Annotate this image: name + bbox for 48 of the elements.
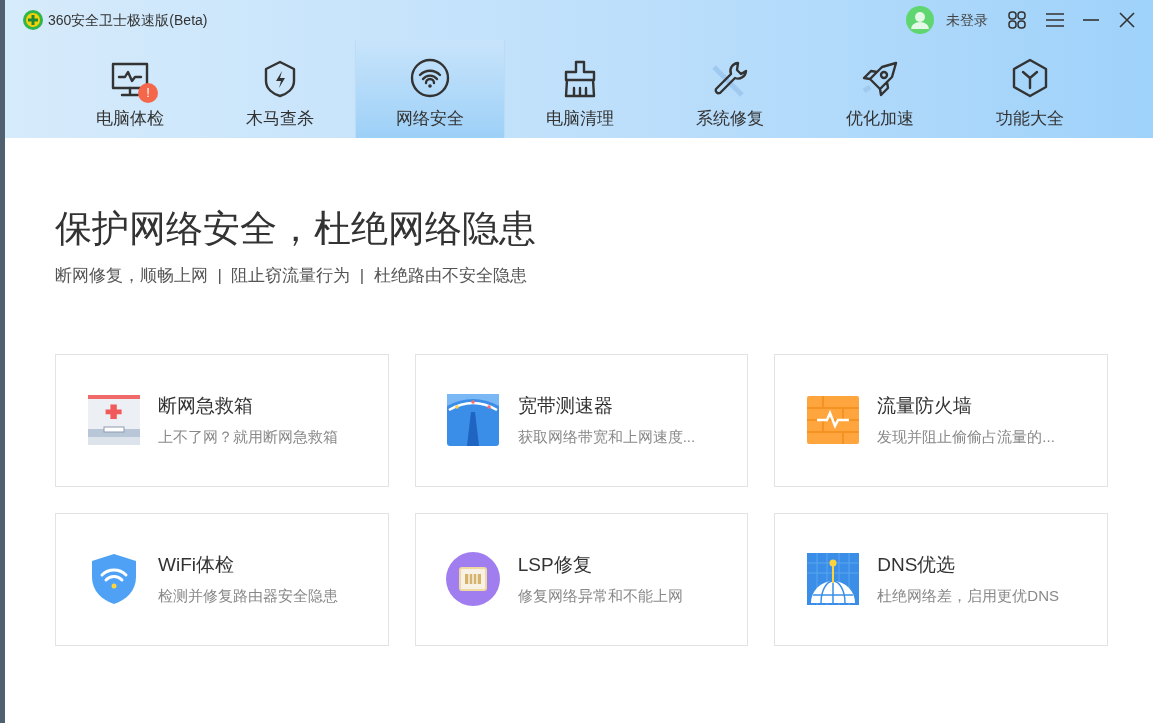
wrench-icon bbox=[710, 59, 750, 99]
tool-card[interactable]: 宽带测速器 获取网络带宽和上网速度... bbox=[414, 353, 749, 487]
globe-antenna-icon bbox=[806, 553, 859, 605]
tool-card[interactable]: DNS优选 杜绝网络差，启用更优DNS bbox=[774, 512, 1108, 646]
page-subtitle: 断网修复，顺畅上网 | 阻止窃流量行为 | 杜绝路由不安全隐患 bbox=[55, 265, 528, 287]
tool-name: LSP修复 bbox=[517, 552, 593, 577]
tool-name: 流量防火墙 bbox=[877, 393, 974, 418]
nav-tab[interactable]: 系统修复 bbox=[655, 40, 805, 138]
shield-bolt-icon bbox=[262, 59, 298, 99]
window-title: 360安全卫士极速版(Beta) bbox=[48, 10, 208, 30]
tool-description: 修复网络异常和不能上网 bbox=[517, 586, 683, 606]
avatar-icon bbox=[906, 6, 934, 34]
nav-tab[interactable]: 木马查杀 bbox=[205, 40, 355, 138]
monitor-icon bbox=[110, 61, 150, 99]
menu-icon[interactable] bbox=[1046, 12, 1064, 28]
speedometer-icon bbox=[447, 394, 500, 446]
plus-logo-icon bbox=[23, 10, 43, 30]
tool-name: 断网急救箱 bbox=[158, 393, 254, 418]
broom-icon bbox=[562, 59, 598, 99]
nav-tab[interactable]: ! 电脑体检 bbox=[55, 40, 205, 138]
tool-description: 获取网络带宽和上网速度... bbox=[517, 427, 696, 447]
cube-icon bbox=[1010, 57, 1050, 99]
firewall-icon bbox=[806, 396, 859, 444]
nav-tab[interactable]: 功能大全 bbox=[955, 40, 1105, 138]
tool-card[interactable]: WiFi体检 检测并修复路由器安全隐患 bbox=[55, 512, 389, 646]
rocket-icon bbox=[860, 59, 900, 99]
tool-card[interactable]: 断网急救箱 上不了网？就用断网急救箱 bbox=[55, 353, 389, 487]
tool-name: DNS优选 bbox=[877, 552, 957, 577]
tool-name: 宽带测速器 bbox=[517, 393, 614, 418]
tool-card[interactable]: LSP修复 修复网络异常和不能上网 bbox=[414, 512, 749, 646]
tool-description: 上不了网？就用断网急救箱 bbox=[158, 427, 338, 447]
tool-card[interactable]: 流量防火墙 发现并阻止偷偷占流量的... bbox=[774, 353, 1108, 487]
alert-badge: ! bbox=[138, 83, 158, 103]
tool-name: WiFi体检 bbox=[158, 552, 235, 577]
grid-icon[interactable] bbox=[1008, 11, 1026, 29]
wifi-shield-icon bbox=[89, 553, 138, 605]
tool-description: 检测并修复路由器安全隐患 bbox=[158, 586, 338, 606]
nav-tab[interactable]: 电脑清理 bbox=[505, 40, 655, 138]
network-port-icon bbox=[446, 552, 501, 606]
nav-tab[interactable]: 优化加速 bbox=[805, 40, 955, 138]
wifi-icon bbox=[409, 57, 451, 99]
close-icon[interactable] bbox=[1119, 12, 1135, 28]
login-status[interactable]: 未登录 bbox=[946, 9, 988, 31]
first-aid-kit-icon bbox=[87, 395, 140, 445]
tool-description: 发现并阻止偷偷占流量的... bbox=[877, 427, 1055, 447]
tool-description: 杜绝网络差，启用更优DNS bbox=[877, 586, 1059, 606]
nav-tab[interactable]: 网络安全 bbox=[355, 40, 505, 138]
page-headline: 保护网络安全，杜绝网络隐患 bbox=[55, 207, 537, 251]
